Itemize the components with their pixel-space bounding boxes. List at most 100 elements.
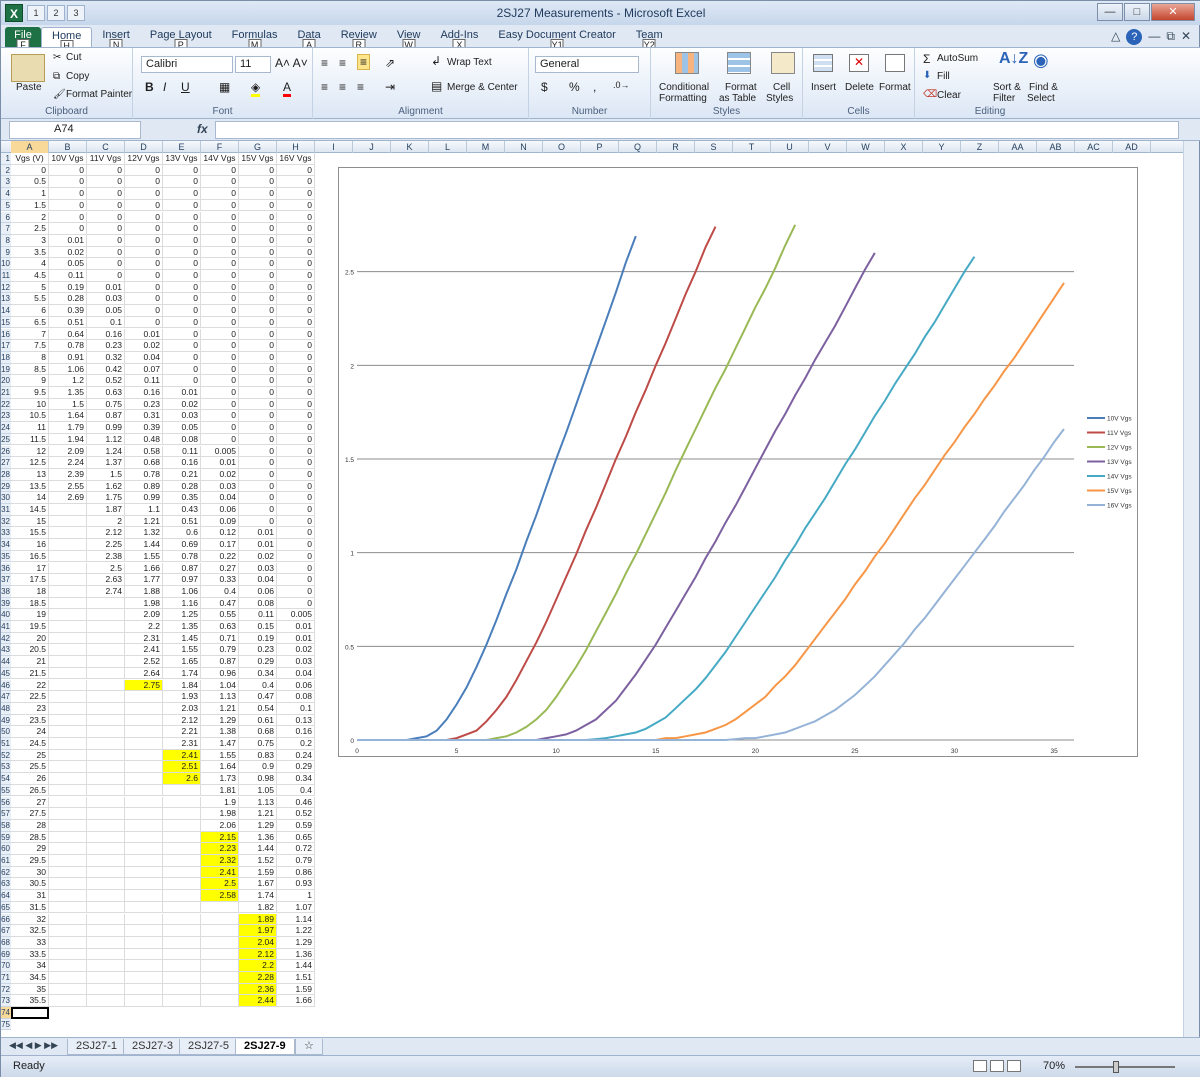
cell[interactable]: 0 <box>277 176 315 189</box>
cell[interactable]: 0.55 <box>201 609 239 621</box>
cell[interactable]: 0.34 <box>239 667 277 680</box>
column-header-S[interactable]: S <box>695 141 733 153</box>
cell[interactable]: 0.16 <box>163 457 201 469</box>
row-header[interactable]: 53 <box>1 761 11 774</box>
paste-button[interactable]: Paste <box>16 82 42 93</box>
autosum-icon[interactable]: Σ <box>923 52 930 66</box>
cell[interactable]: 0 <box>201 422 239 434</box>
cell[interactable]: 1.97 <box>239 925 277 937</box>
cell[interactable]: 0.12 <box>201 527 239 540</box>
column-header-K[interactable]: K <box>391 141 429 153</box>
cell[interactable]: 0.11 <box>239 609 277 621</box>
column-header-AD[interactable]: AD <box>1113 141 1151 153</box>
cell[interactable] <box>163 925 201 937</box>
cell[interactable]: 0.61 <box>239 714 277 727</box>
cell[interactable]: 2.32 <box>201 855 239 867</box>
column-header-T[interactable]: T <box>733 141 771 153</box>
cell[interactable]: 22.5 <box>11 691 49 703</box>
row-header[interactable]: 35 <box>1 550 11 563</box>
cell[interactable]: 1.07 <box>277 901 315 914</box>
column-header-AC[interactable]: AC <box>1075 141 1113 153</box>
percent-icon[interactable]: % <box>569 80 580 94</box>
cell[interactable]: 0.01 <box>277 632 315 645</box>
cell[interactable]: 1.55 <box>125 550 163 563</box>
cell[interactable]: 1 <box>11 188 49 200</box>
cell[interactable]: 2.39 <box>49 468 87 481</box>
cell[interactable]: 2.36 <box>239 983 277 996</box>
cell[interactable] <box>87 609 125 621</box>
cell[interactable]: 2 <box>11 211 49 224</box>
cell[interactable] <box>125 702 163 715</box>
cell[interactable]: 0 <box>277 164 315 177</box>
cell[interactable]: 2.09 <box>125 609 163 621</box>
cell[interactable] <box>49 644 87 657</box>
cell[interactable]: 0 <box>201 281 239 294</box>
cell[interactable]: 0 <box>87 234 125 247</box>
cell[interactable]: 1.93 <box>163 691 201 703</box>
cell[interactable]: 0.21 <box>163 468 201 481</box>
cell[interactable] <box>201 972 239 984</box>
cell[interactable]: 15 <box>11 515 49 528</box>
cell[interactable]: 2.44 <box>239 995 277 1008</box>
cell[interactable]: 0.05 <box>87 305 125 317</box>
cell[interactable]: 0.01 <box>239 527 277 540</box>
cell[interactable]: 0 <box>125 246 163 259</box>
cell[interactable] <box>87 761 125 774</box>
cell[interactable]: 0.08 <box>239 597 277 610</box>
cell[interactable]: 0.2 <box>277 738 315 750</box>
cell[interactable]: 0 <box>201 433 239 446</box>
sheet-tab[interactable]: 2SJ27-5 <box>179 1039 238 1055</box>
cell[interactable]: 0.02 <box>239 550 277 563</box>
cell[interactable]: 2.74 <box>87 585 125 598</box>
cell[interactable]: 0 <box>49 188 87 200</box>
row-header[interactable]: 12 <box>1 281 11 294</box>
cell[interactable] <box>87 972 125 984</box>
merge-icon[interactable]: ▤ <box>431 79 442 93</box>
cell[interactable]: 1.55 <box>163 644 201 657</box>
cell[interactable]: 35 <box>11 983 49 996</box>
cell[interactable]: 0 <box>239 305 277 317</box>
cell[interactable]: 5 <box>11 281 49 294</box>
cell[interactable]: 23 <box>11 702 49 715</box>
row-header[interactable]: 65 <box>1 901 11 914</box>
insert-button[interactable]: Insert <box>811 82 836 93</box>
cell[interactable]: 1.32 <box>125 527 163 540</box>
cell[interactable]: 0 <box>125 316 163 329</box>
cell[interactable] <box>125 773 163 785</box>
format-cells-icon[interactable] <box>885 54 905 72</box>
cell[interactable]: 0 <box>239 363 277 376</box>
row-header[interactable]: 21 <box>1 387 11 399</box>
row-header[interactable]: 6 <box>1 211 11 224</box>
grow-font-icon[interactable]: A˄ A˅ <box>275 56 308 70</box>
cell[interactable]: 1.59 <box>239 866 277 879</box>
cell[interactable]: 0 <box>239 340 277 352</box>
cell[interactable] <box>87 948 125 961</box>
cell[interactable]: 0.28 <box>49 293 87 306</box>
cell[interactable]: 26.5 <box>11 784 49 797</box>
cell[interactable]: 3.5 <box>11 246 49 259</box>
workbook-restore-icon[interactable]: ⧉ <box>1166 29 1175 45</box>
cell[interactable]: 0.68 <box>125 457 163 469</box>
column-header-L[interactable]: L <box>429 141 467 153</box>
cell[interactable]: 0.07 <box>125 363 163 376</box>
cell[interactable]: 0.35 <box>163 492 201 504</box>
cell[interactable] <box>163 901 201 914</box>
cell[interactable]: 0 <box>49 211 87 224</box>
cell[interactable]: 1.81 <box>201 784 239 797</box>
cell[interactable]: 0 <box>125 188 163 200</box>
cell[interactable] <box>125 714 163 727</box>
cell[interactable]: 1.88 <box>125 585 163 598</box>
cell[interactable] <box>49 855 87 867</box>
cell[interactable] <box>201 960 239 972</box>
row-header[interactable]: 44 <box>1 656 11 668</box>
cell[interactable]: 0 <box>201 199 239 212</box>
cell[interactable] <box>201 983 239 996</box>
cell[interactable]: 1.64 <box>49 410 87 423</box>
cell[interactable]: 0 <box>277 328 315 341</box>
column-header-N[interactable]: N <box>505 141 543 153</box>
cell[interactable]: 0.79 <box>277 855 315 867</box>
cell[interactable]: 0.02 <box>125 340 163 352</box>
row-header[interactable]: 30 <box>1 492 11 504</box>
cell[interactable]: 0.64 <box>49 328 87 341</box>
cell[interactable]: 1.66 <box>125 562 163 575</box>
